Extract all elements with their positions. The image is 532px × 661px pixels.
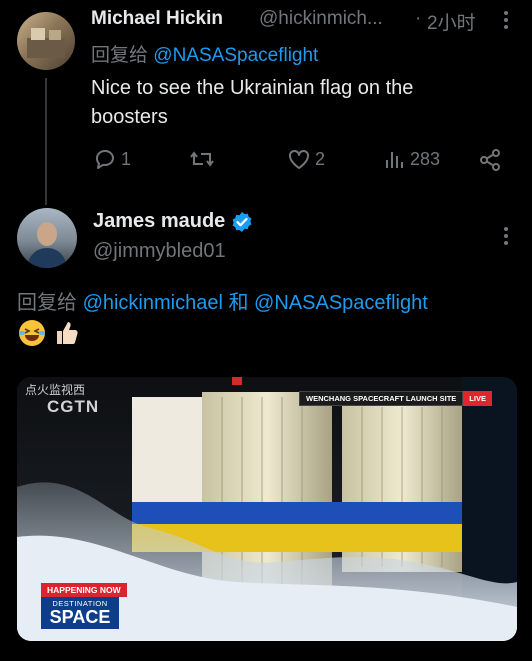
video-player[interactable]: 点火监视西 CGTN WENCHANG SPACECRAFT LAUNCH SI… (17, 377, 517, 641)
space-text: SPACE (49, 607, 111, 627)
like-icon (287, 148, 311, 170)
reply-context: 回复给 @NASASpaceflight (91, 40, 318, 67)
laughing-emoji-icon (17, 318, 47, 348)
happening-now-label: HAPPENING NOW (41, 583, 127, 597)
live-badge: LIVE (463, 391, 492, 406)
reply-to-mention[interactable]: @NASASpaceflight (153, 45, 318, 66)
video-watermark: 点火监视西 (25, 383, 86, 397)
reply-prefix: 回复给 (91, 45, 149, 66)
reply-conjunction: 和 (228, 292, 249, 314)
avatar-michael-hickin[interactable] (17, 12, 75, 70)
reply-button[interactable]: 1 (93, 148, 131, 170)
timestamp[interactable]: 2小时 (427, 8, 476, 35)
tweet-emoji (17, 318, 81, 348)
author-handle[interactable]: @hickinmich... (259, 8, 383, 30)
author-name[interactable]: James maude (93, 210, 225, 233)
destination-space-label: DESTINATION SPACE (41, 597, 119, 629)
reply-to-mention[interactable]: @NASASpaceflight (254, 292, 428, 314)
tweet-text-line: Nice to see the Ukrainian flag on the (91, 77, 414, 99)
avatar-james-maude[interactable] (17, 208, 77, 268)
dot-separator: · (415, 8, 422, 29)
author-row: James maude (93, 210, 253, 233)
views-count: 283 (410, 148, 441, 169)
reply-prefix: 回复给 (17, 292, 77, 314)
author-name[interactable]: Michael Hickin (91, 8, 223, 30)
author-handle[interactable]: @jimmybled01 (93, 240, 226, 263)
more-icon[interactable] (496, 224, 516, 248)
banner-title: WENCHANG SPACECRAFT LAUNCH SITE (299, 391, 464, 406)
thread-line (45, 78, 47, 205)
thumbs-up-emoji-icon (51, 318, 81, 348)
reply-count: 1 (121, 148, 132, 169)
like-count: 2 (315, 148, 326, 169)
share-button[interactable] (478, 148, 502, 172)
location-banner: WENCHANG SPACECRAFT LAUNCH SITE LIVE (299, 391, 492, 406)
reply-to-mention[interactable]: @hickinmichael (83, 292, 223, 314)
views-button[interactable]: 283 (384, 148, 440, 170)
retweet-icon (189, 148, 215, 170)
retweet-button[interactable] (189, 148, 215, 170)
reply-icon (93, 148, 117, 170)
program-banner: HAPPENING NOW DESTINATION SPACE (41, 583, 127, 629)
views-icon (384, 148, 406, 170)
verified-badge-icon (231, 211, 253, 233)
tweet-text-line: boosters (91, 106, 168, 128)
like-button[interactable]: 2 (287, 148, 325, 170)
share-icon (478, 148, 502, 172)
cgtn-logo: CGTN (47, 397, 100, 416)
tweet-text: Nice to see the Ukrainian flag on the bo… (91, 74, 413, 132)
more-icon[interactable] (496, 8, 516, 32)
reply-context: 回复给 @hickinmichael 和 @NASASpaceflight (17, 286, 428, 315)
